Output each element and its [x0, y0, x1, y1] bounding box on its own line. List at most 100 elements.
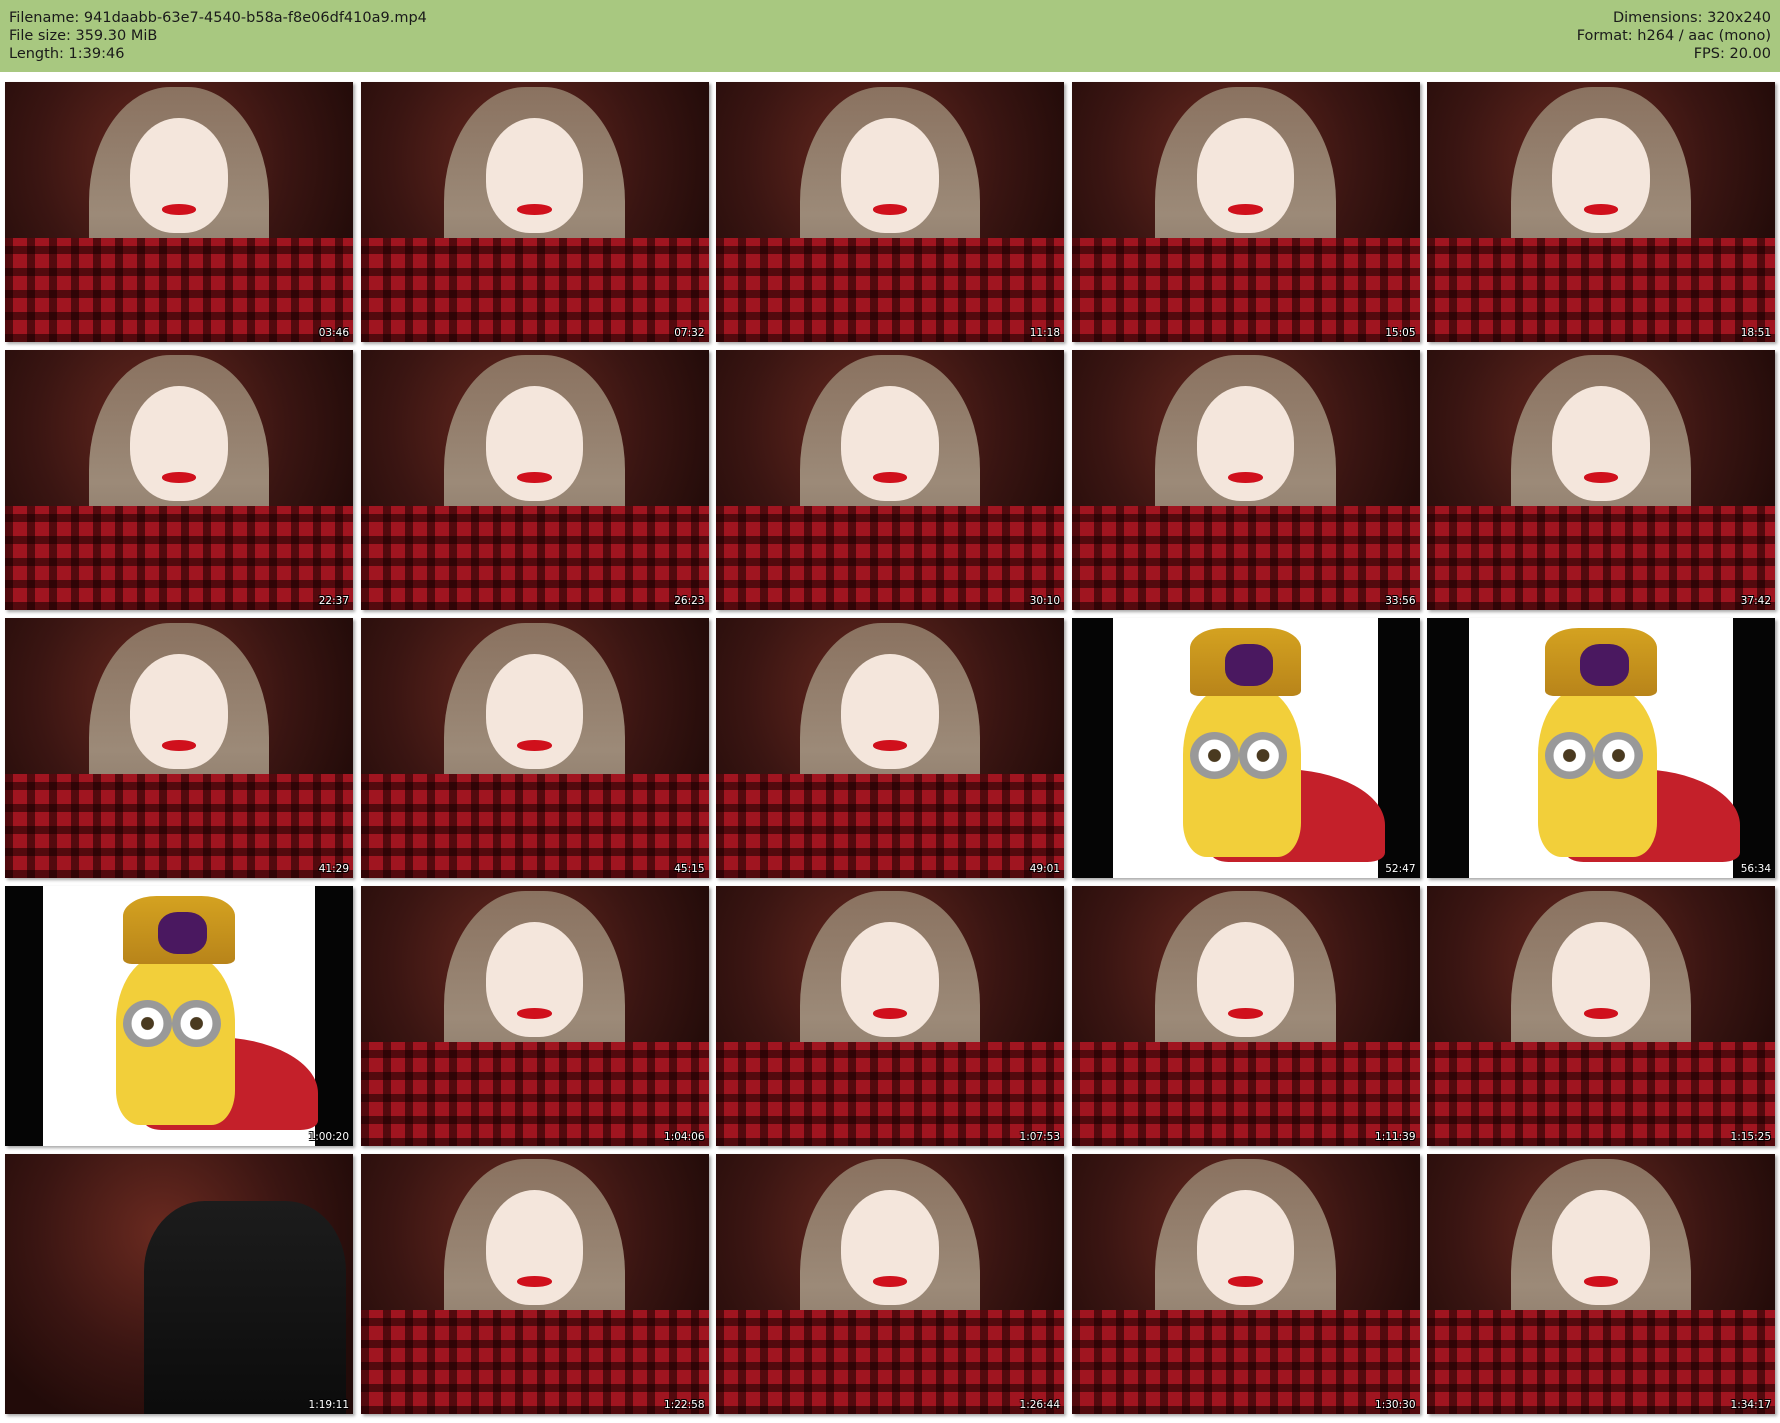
fps-row: FPS: 20.00 [1577, 45, 1771, 63]
red-lips [1583, 204, 1619, 215]
plaid-shirt [360, 1310, 709, 1414]
thumbnail-timestamp: 45:15 [674, 863, 705, 875]
thumbnail-timestamp: 1:07:53 [1019, 1131, 1060, 1143]
face [1196, 922, 1295, 1037]
letterbox-bar-right [314, 886, 353, 1146]
thumbnail-timestamp: 1:22:58 [664, 1399, 705, 1411]
office-chair [144, 1200, 347, 1414]
video-thumbnail: 45:15 [360, 618, 709, 878]
video-thumbnail: 1:15:25 [1427, 886, 1775, 1146]
plaid-shirt [1427, 506, 1775, 610]
thumbnail-timestamp: 1:19:11 [308, 1399, 349, 1411]
video-thumbnail: 22:37 [5, 350, 353, 610]
fps-value: 20.00 [1729, 46, 1771, 62]
face [485, 922, 584, 1037]
format-value: h264 / aac (mono) [1637, 28, 1771, 44]
thumbnail-timestamp: 1:26:44 [1019, 1399, 1060, 1411]
video-thumbnail: 49:01 [716, 618, 1064, 878]
dimensions-row: Dimensions: 320x240 [1577, 9, 1771, 27]
face [841, 654, 939, 769]
face [841, 386, 939, 501]
red-lips [517, 740, 552, 751]
red-lips [517, 204, 552, 215]
face [1196, 386, 1295, 501]
red-lips [517, 1008, 552, 1019]
plaid-shirt [5, 506, 353, 610]
video-thumbnail: 1:07:53 [716, 886, 1064, 1146]
format-label: Format: [1576, 28, 1633, 44]
red-lips [1583, 472, 1619, 483]
crown-jewel [1580, 644, 1629, 686]
thumbnail-timestamp: 1:30:30 [1375, 1399, 1416, 1411]
crown-jewel [158, 912, 207, 954]
plaid-shirt [716, 1042, 1064, 1146]
red-lips [872, 472, 908, 483]
thumbnail-timestamp: 11:18 [1029, 327, 1060, 339]
red-lips [161, 472, 197, 483]
filesize-row: File size: 359.30 MiB [9, 27, 427, 45]
thumbnail-timestamp: 33:56 [1385, 595, 1416, 607]
video-thumbnail: 26:23 [360, 350, 709, 610]
face [1196, 1190, 1295, 1305]
thumbnail-timestamp: 15:05 [1385, 327, 1416, 339]
video-thumbnail: 1:04:06 [360, 886, 709, 1146]
letterbox-bar-left [1071, 618, 1114, 878]
thumbnail-timestamp: 22:37 [318, 595, 349, 607]
face [485, 654, 584, 769]
video-thumbnail: 37:42 [1427, 350, 1775, 610]
red-lips [517, 472, 552, 483]
thumbnail-timestamp: 07:32 [674, 327, 705, 339]
red-lips [1228, 1276, 1263, 1287]
fps-label: FPS: [1693, 46, 1725, 62]
plaid-shirt [360, 1042, 709, 1146]
video-thumbnail: 33:56 [1071, 350, 1420, 610]
face [1552, 922, 1650, 1037]
video-thumbnail: 1:26:44 [716, 1154, 1064, 1414]
goggle-left [1189, 732, 1239, 780]
plaid-shirt [1427, 1310, 1775, 1414]
video-thumbnail: 1:30:30 [1071, 1154, 1420, 1414]
file-info: Filename: 941daabb-63e7-4540-b58a-f8e06d… [9, 9, 427, 63]
video-thumbnail: 11:18 [716, 82, 1064, 342]
red-lips [1583, 1008, 1619, 1019]
red-lips [1228, 1008, 1263, 1019]
thumbnail-timestamp: 56:34 [1740, 863, 1771, 875]
red-lips [517, 1276, 552, 1287]
thumbnail-timestamp: 1:00:20 [308, 1131, 349, 1143]
plaid-shirt [1071, 506, 1420, 610]
thumbnail-timestamp: 1:11:39 [1375, 1131, 1416, 1143]
goggle-right [172, 1000, 221, 1048]
red-lips [161, 204, 197, 215]
red-lips [872, 1276, 908, 1287]
plaid-shirt [716, 774, 1064, 878]
filename-value: 941daabb-63e7-4540-b58a-f8e06df410a9.mp4 [83, 10, 427, 26]
red-lips [161, 740, 197, 751]
red-lips [1583, 1276, 1619, 1287]
face [485, 1190, 584, 1305]
thumbnail-timestamp: 37:42 [1740, 595, 1771, 607]
video-thumbnail: 18:51 [1427, 82, 1775, 342]
goggle-right [1594, 732, 1643, 780]
red-lips [1228, 204, 1263, 215]
thumbnail-timestamp: 18:51 [1740, 327, 1771, 339]
face [130, 118, 228, 233]
video-thumbnail: 41:29 [5, 618, 353, 878]
face [130, 654, 228, 769]
goggle-left [123, 1000, 173, 1048]
video-thumbnail: 15:05 [1071, 82, 1420, 342]
plaid-shirt [360, 774, 709, 878]
face [841, 1190, 939, 1305]
filename-row: Filename: 941daabb-63e7-4540-b58a-f8e06d… [9, 9, 427, 27]
plaid-shirt [716, 1310, 1064, 1414]
plaid-shirt [360, 506, 709, 610]
plaid-shirt [716, 238, 1064, 342]
face [485, 386, 584, 501]
thumbnail-timestamp: 30:10 [1029, 595, 1060, 607]
format-row: Format: h264 / aac (mono) [1577, 27, 1771, 45]
video-thumbnail: 1:00:20 [5, 886, 353, 1146]
video-thumbnail: 1:11:39 [1071, 886, 1420, 1146]
stream-info: Dimensions: 320x240 Format: h264 / aac (… [1577, 9, 1771, 63]
dimensions-value: 320x240 [1707, 10, 1771, 26]
goggle-right [1238, 732, 1288, 780]
thumbnail-timestamp: 41:29 [318, 863, 349, 875]
